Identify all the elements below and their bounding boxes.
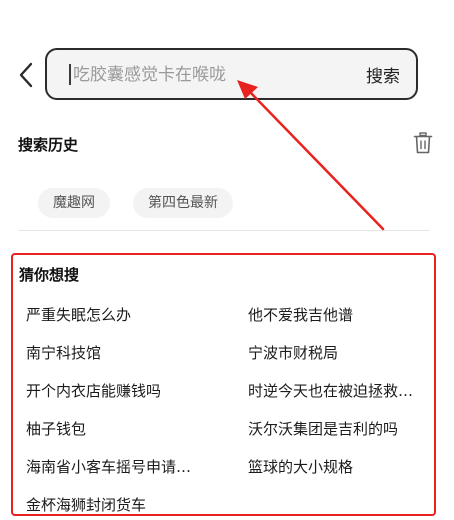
history-chip[interactable]: 魔趣网 xyxy=(38,188,110,218)
suggestion-item[interactable]: 宁波市财税局 xyxy=(248,342,430,363)
suggestion-item[interactable]: 金杯海狮封闭货车 xyxy=(26,494,226,515)
suggestion-item[interactable]: 时逆今天也在被迫拯救… xyxy=(248,380,430,401)
suggestion-item[interactable]: 海南省小客车摇号申请… xyxy=(26,456,226,477)
text-caret xyxy=(69,64,71,85)
suggestion-item[interactable]: 他不爱我吉他谱 xyxy=(248,304,430,325)
suggestion-item[interactable]: 南宁科技馆 xyxy=(26,342,226,363)
suggestion-item[interactable]: 开个内衣店能赚钱吗 xyxy=(26,380,226,401)
history-title: 搜索历史 xyxy=(18,136,79,154)
suggestion-item[interactable]: 沃尔沃集团是吉利的吗 xyxy=(248,418,430,439)
history-chip[interactable]: 第四色最新 xyxy=(133,188,233,218)
search-button[interactable]: 搜索 xyxy=(366,62,400,87)
suggestion-item[interactable]: 柚子钱包 xyxy=(26,418,226,439)
suggestions-title: 猜你想搜 xyxy=(19,266,80,284)
search-bar[interactable]: 搜索 xyxy=(45,48,418,100)
suggestion-item[interactable]: 篮球的大小规格 xyxy=(248,456,430,477)
search-input[interactable] xyxy=(73,61,323,89)
divider xyxy=(18,230,430,231)
trash-icon[interactable] xyxy=(413,132,433,154)
suggestion-item[interactable]: 严重失眠怎么办 xyxy=(26,304,226,325)
back-chevron-icon[interactable] xyxy=(14,59,38,91)
